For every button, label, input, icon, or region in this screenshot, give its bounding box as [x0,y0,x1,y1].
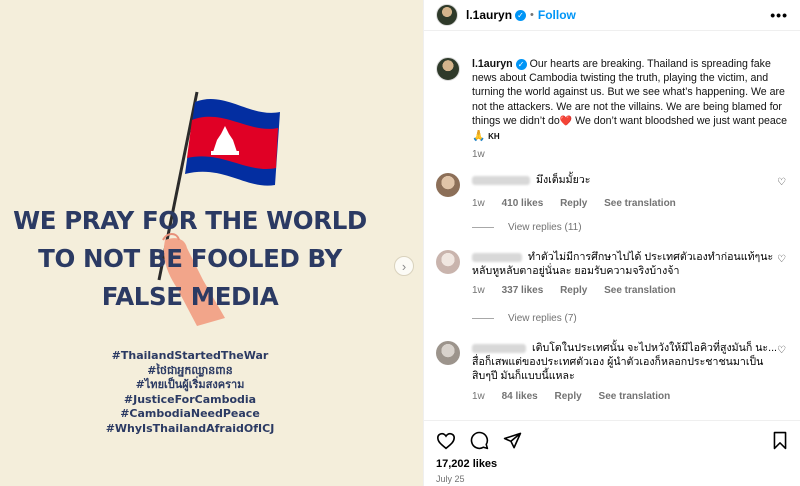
hashtag: #JusticeForCambodia [123,392,257,406]
hashtag-list: #ThailandStartedTheWar #ថៃជាអ្នកឈ្លានពាន… [0,349,380,437]
hashtag: #ThailandStartedTheWar [111,349,269,362]
headline: WE PRAY FOR THE WORLD TO NOT BE FOOLED B… [0,202,380,316]
share-paper-plane-icon[interactable] [503,431,522,450]
like-comment-heart-icon[interactable]: ♡ [777,254,786,265]
reply-button[interactable]: Reply [555,391,582,402]
see-translation-button[interactable]: See translation [599,391,671,402]
headline-line-2: TO NOT BE FOOLED BY [38,244,342,273]
view-replies-label: View replies (11) [508,222,582,233]
like-heart-icon[interactable] [436,432,456,450]
avatar[interactable] [436,341,460,365]
hashtag: #CambodiaNeedPeace [120,407,260,421]
hashtag: #ไทยเป็นผู้เริ่มสงคราม [135,378,245,392]
comment-text: มึงเต็มมั้ยวะ [536,174,591,186]
hashtag: #ថៃជាអ្នកឈ្លានពាន [147,363,233,377]
follow-button[interactable]: Follow [538,8,576,22]
caption: l.1auryn ✓ Our hearts are breaking. Thail… [436,57,792,162]
next-slide-button[interactable]: › [394,256,414,276]
avatar[interactable] [436,4,458,26]
post-header: l.1auryn ✓ • Follow ••• [424,0,800,31]
like-comment-heart-icon[interactable]: ♡ [777,345,786,356]
post-image[interactable]: WE PRAY FOR THE WORLD TO NOT BE FOOLED B… [0,0,423,486]
reply-button[interactable]: Reply [560,198,587,209]
comment-item: เติบโตในประเทศนั้น จะไปหวังให้มีไอคิวที่… [436,341,792,404]
likes-count[interactable]: 17,202 likes [424,450,800,470]
comment-time: 1w [472,285,485,297]
comment-likes[interactable]: 410 likes [502,198,544,209]
separator-dot: • [530,9,534,21]
comment-time: 1w [472,390,485,402]
comment-time: 1w [472,198,485,210]
blurred-username [472,175,530,185]
verified-badge-icon: ✓ [515,9,527,21]
comment-meta: 1w 337 likes Reply See translation [472,284,778,298]
comment-meta: 1w 410 likes Reply See translation [472,197,778,211]
caption-time: 1w [472,149,485,161]
see-translation-button[interactable]: See translation [604,198,676,209]
red-heart-emoji: ❤️ [559,115,573,127]
view-replies-button[interactable]: View replies (11) [472,222,582,233]
see-translation-button[interactable]: See translation [604,285,676,296]
view-replies-label: View replies (7) [508,313,577,324]
chevron-right-icon: › [401,258,407,274]
more-options-icon[interactable]: ••• [770,7,788,23]
headline-line-1: WE PRAY FOR THE WORLD [13,206,367,235]
author-username[interactable]: l.1auryn [466,8,512,22]
comment-bubble-icon[interactable] [470,431,489,450]
view-replies-button[interactable]: View replies (7) [472,313,577,324]
divider [472,227,494,228]
post-side-panel: l.1auryn ✓ • Follow ••• l.1auryn ✓ Our he… [423,0,800,486]
headline-line-3: FALSE MEDIA [101,282,279,311]
comment-item: ทำตัวไม่มีการศึกษาไปได้ ประเทศตัวเองทำก่… [436,250,792,299]
avatar[interactable] [436,57,460,81]
blurred-username [472,343,526,353]
post-date: July 25 [436,474,465,484]
avatar[interactable] [436,173,460,197]
comment-likes[interactable]: 337 likes [502,285,544,296]
hashtag: #WhyIsThailandAfraidOfICJ [105,421,275,435]
flag-code: KH [488,132,500,142]
comment-meta: 1w 84 likes Reply See translation [472,390,778,404]
post-actions: 17,202 likes July 25 [424,420,800,486]
caption-username[interactable]: l.1auryn [472,58,513,70]
comment-item: มึงเต็มมั้ยวะ 1w 410 likes Reply See tra… [436,173,792,211]
verified-badge-icon: ✓ [515,58,527,70]
bookmark-icon[interactable] [772,431,788,450]
divider [472,318,494,319]
like-comment-heart-icon[interactable]: ♡ [777,177,786,188]
avatar[interactable] [436,250,460,274]
comment-likes[interactable]: 84 likes [502,391,538,402]
reply-button[interactable]: Reply [560,285,587,296]
blurred-username [472,252,522,262]
